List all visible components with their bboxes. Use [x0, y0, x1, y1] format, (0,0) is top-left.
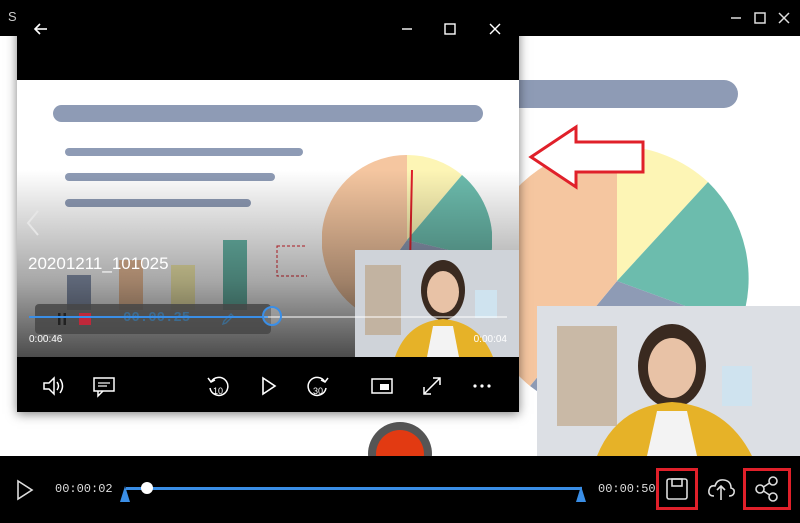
more-icon[interactable] — [469, 373, 495, 399]
miniplayer-icon[interactable] — [369, 373, 395, 399]
cloud-upload-icon[interactable] — [704, 472, 738, 506]
webcam-overlay — [537, 306, 800, 456]
back-arrow-icon[interactable] — [31, 19, 51, 39]
trim-handle-end[interactable] — [576, 486, 586, 502]
app-title: S — [8, 9, 17, 24]
save-icon[interactable] — [660, 472, 694, 506]
svg-text:30: 30 — [313, 386, 323, 396]
play-icon[interactable] — [12, 478, 36, 502]
maximize-icon[interactable] — [750, 8, 770, 28]
minimize-icon[interactable] — [726, 8, 746, 28]
trim-start-time: 00:00:02 — [55, 482, 113, 496]
close-icon[interactable] — [485, 19, 505, 39]
video-file-name: 20201211_101025 — [28, 254, 169, 273]
minimize-icon[interactable] — [397, 19, 417, 39]
seek-thumb[interactable] — [262, 306, 282, 326]
play-icon[interactable] — [255, 373, 281, 399]
recorder-widget[interactable]: 00.00.25 — [35, 304, 271, 334]
pencil-icon[interactable] — [221, 312, 235, 326]
playhead[interactable] — [141, 482, 153, 494]
forward-30-icon[interactable]: 30 — [305, 373, 331, 399]
fullscreen-icon[interactable] — [419, 373, 445, 399]
pause-icon[interactable] — [57, 313, 67, 325]
player-titlebar — [17, 12, 519, 46]
share-icon[interactable] — [750, 472, 784, 506]
maximize-icon[interactable] — [440, 19, 460, 39]
trim-end-time: 00:00:50 — [598, 482, 656, 496]
seek-bar-fill — [29, 316, 268, 318]
trim-progress — [126, 487, 582, 490]
video-player-window: 20201211_101025 00.00.25 0:00:46 0:00:04 — [17, 12, 519, 412]
slide-text-line — [65, 148, 303, 156]
stop-icon[interactable] — [79, 313, 91, 325]
close-icon[interactable] — [774, 8, 794, 28]
slide-title-bar — [53, 105, 483, 122]
rewind-10-icon[interactable]: 10 — [205, 373, 231, 399]
remaining-time: 0:00:04 — [473, 334, 507, 345]
annotation-arrow-icon — [528, 124, 645, 190]
trim-handle-start[interactable] — [120, 486, 130, 502]
recorder-time: 00.00.25 — [123, 310, 191, 326]
trim-control-bar: 00:00:02 00:00:50 — [0, 456, 800, 523]
player-video-frame[interactable]: 20201211_101025 00.00.25 0:00:46 0:00:04 — [17, 80, 519, 357]
trim-track[interactable] — [126, 487, 582, 490]
elapsed-time: 0:00:46 — [29, 334, 63, 345]
svg-text:10: 10 — [213, 386, 223, 396]
volume-icon[interactable] — [41, 373, 67, 399]
previous-arrow-icon[interactable] — [23, 208, 43, 238]
player-controls: 10 30 — [17, 357, 519, 412]
subtitles-icon[interactable] — [91, 373, 117, 399]
